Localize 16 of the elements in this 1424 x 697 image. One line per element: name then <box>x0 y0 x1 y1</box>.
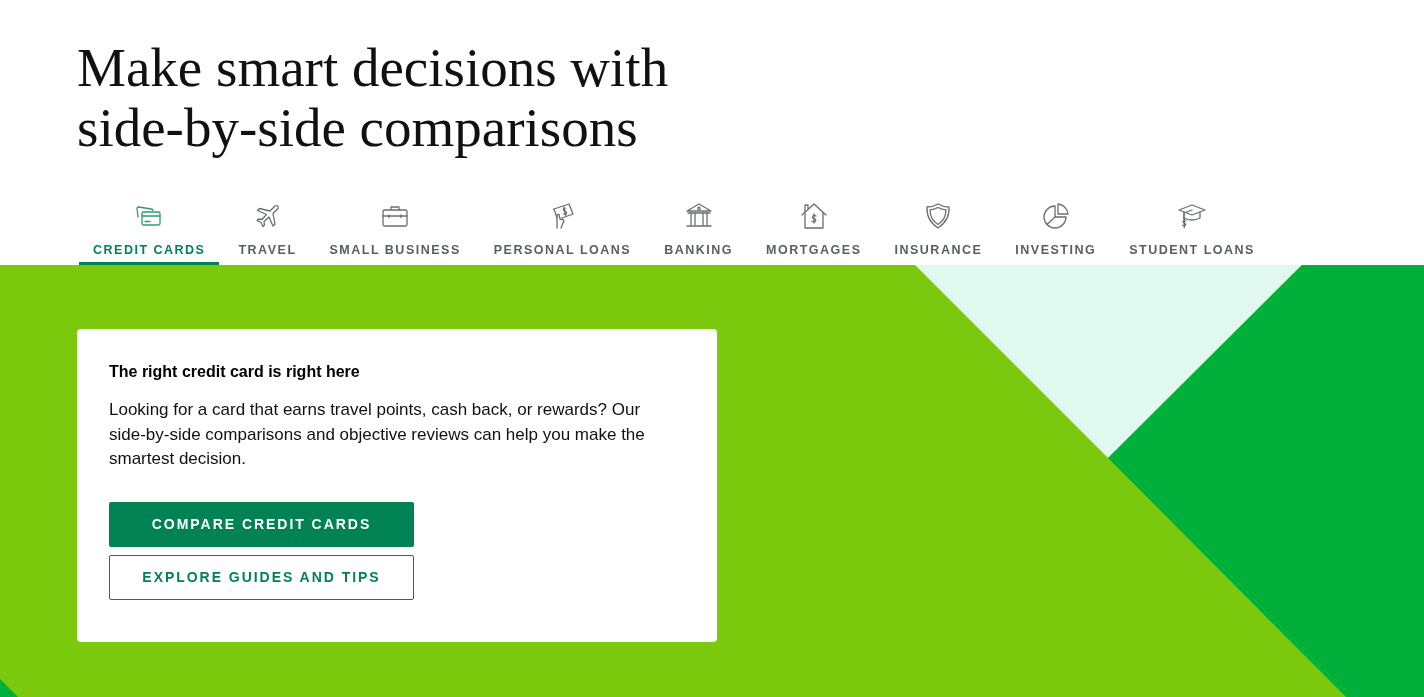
category-tab[interactable]: MORTGAGES <box>752 201 876 265</box>
category-tab[interactable]: TRAVEL <box>224 201 311 265</box>
category-tab[interactable]: PERSONAL LOANS <box>479 201 646 265</box>
category-tab[interactable]: INVESTING <box>1001 201 1111 265</box>
graduation-cap-icon <box>1177 201 1208 231</box>
category-tab[interactable]: SMALL BUSINESS <box>315 201 475 265</box>
category-tab[interactable]: BANKING <box>650 201 748 265</box>
corner-triangle <box>0 679 18 697</box>
compare-button[interactable]: COMPARE CREDIT CARDS <box>109 501 414 547</box>
guides-button[interactable]: EXPLORE GUIDES AND TIPS <box>109 554 414 600</box>
card-description: Looking for a card that earns travel points, cash back, or rewards? Our side-by-side comparisons and objective reviews can help you make the smartest decision. <box>109 399 646 470</box>
card-title: The right credit card is right here <box>109 362 361 382</box>
pie-chart-icon <box>1040 201 1071 231</box>
category-tab[interactable]: INSURANCE <box>880 201 997 265</box>
page-heading: Make smart decisions with side-by-side comparisons <box>77 38 670 158</box>
category-tab[interactable]: STUDENT LOANS <box>1115 201 1269 265</box>
